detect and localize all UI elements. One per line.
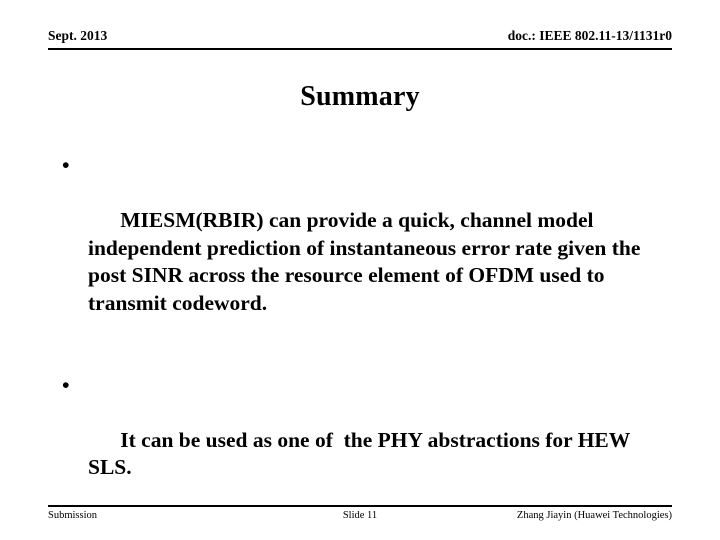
bullet-list-item: • Other abstraction methods, e.g. MMIB, …	[48, 536, 678, 540]
slide-title: Summary	[300, 81, 420, 112]
footer-divider-rule	[48, 505, 672, 507]
bullet-text: MIESM(RBIR) can provide a quick, channel…	[88, 208, 646, 315]
slide-footer: Submission Slide 11 Zhang Jiayin (Huawei…	[48, 509, 672, 525]
header-date: Sept. 2013	[48, 28, 108, 43]
bullet-marker-icon: •	[62, 153, 70, 177]
bullet-marker-icon: •	[62, 372, 70, 397]
bullet-marker-icon: •	[62, 536, 70, 540]
header-doc-reference: doc.: IEEE 802.11-13/1131r0	[507, 28, 672, 43]
bullet-list-item: • MIESM(RBIR) can provide a quick, chann…	[48, 152, 678, 345]
slide-header: Sept. 2013 doc.: IEEE 802.11-13/1131r0	[48, 28, 672, 44]
footer-author-affiliation: Zhang Jiayin (Huawei Technologies)	[516, 510, 672, 521]
bullet-list-item: • It can be used as one of the PHY abstr…	[48, 372, 678, 510]
header-divider-rule	[48, 48, 672, 50]
bullet-text: It can be used as one of the PHY abstrac…	[88, 427, 636, 480]
presentation-slide: Sept. 2013 doc.: IEEE 802.11-13/1131r0 S…	[0, 0, 720, 540]
slide-body: • MIESM(RBIR) can provide a quick, chann…	[48, 152, 678, 540]
